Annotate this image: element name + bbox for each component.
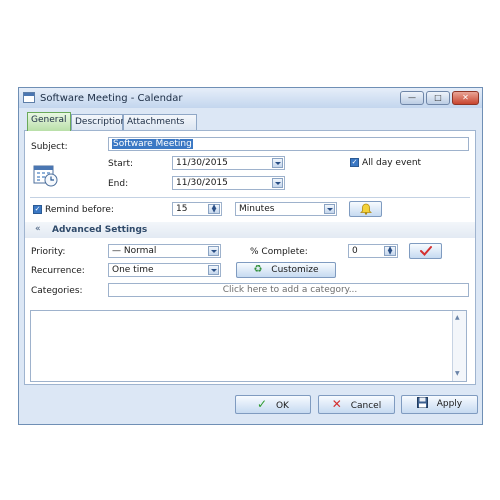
start-date-picker[interactable]: 11/30/2015	[172, 156, 285, 170]
recurrence-label: Recurrence:	[31, 266, 85, 276]
bell-icon	[359, 203, 372, 215]
priority-value: — Normal	[112, 246, 157, 256]
tab-general[interactable]: General	[27, 112, 71, 131]
end-date-picker[interactable]: 11/30/2015	[172, 176, 285, 190]
customize-button[interactable]: ♻ Customize	[236, 262, 336, 278]
all-day-checkbox[interactable]: ✓	[350, 158, 359, 167]
priority-label: Priority:	[31, 247, 66, 257]
remind-spinner[interactable]: 15 ▲ ▼	[172, 202, 222, 216]
subject-value: Software Meeting	[112, 139, 193, 149]
spinner-arrows-icon[interactable]: ▲ ▼	[384, 246, 396, 256]
priority-select[interactable]: — Normal	[108, 244, 221, 258]
window-title: Software Meeting - Calendar	[40, 93, 183, 104]
chevron-down-icon[interactable]	[208, 265, 219, 275]
floppy-disk-icon	[416, 397, 428, 408]
divider	[30, 197, 470, 198]
reminder-sound-button[interactable]	[349, 201, 382, 217]
chevron-down-icon[interactable]	[272, 178, 283, 188]
ok-button[interactable]: ✓ OK	[235, 395, 311, 414]
subject-label: Subject:	[31, 142, 68, 152]
tab-description[interactable]: Description	[71, 114, 126, 130]
complete-value: 0	[352, 246, 358, 256]
chevron-down-icon[interactable]	[272, 158, 283, 168]
recycle-icon: ♻	[253, 264, 263, 275]
complete-label: % Complete:	[250, 247, 308, 257]
remind-checkbox[interactable]: ✓	[33, 205, 42, 214]
collapse-icon[interactable]: «	[35, 224, 41, 234]
remind-value: 15	[176, 204, 188, 214]
ok-label: OK	[275, 401, 289, 411]
categories-input[interactable]: Click here to add a category...	[108, 283, 469, 297]
checkmark-icon	[419, 246, 432, 256]
categories-label: Categories:	[31, 286, 83, 296]
remind-label: Remind before:	[45, 205, 114, 215]
calendar-icon	[23, 92, 35, 103]
remind-unit-value: Minutes	[239, 204, 275, 214]
maximize-button[interactable]: □	[426, 91, 450, 105]
remind-unit-select[interactable]: Minutes	[235, 202, 337, 216]
spinner-arrows-icon[interactable]: ▲ ▼	[208, 204, 220, 214]
apply-button[interactable]: Apply	[401, 395, 478, 414]
checkmark-icon: ✓	[257, 397, 268, 411]
advanced-settings-title: Advanced Settings	[52, 225, 148, 235]
scroll-up-icon[interactable]: ▲	[455, 314, 460, 321]
close-button[interactable]: ✕	[452, 91, 479, 105]
end-date-value: 11/30/2015	[176, 178, 228, 188]
recurrence-value: One time	[112, 265, 154, 275]
x-icon: ✕	[331, 397, 342, 411]
cancel-label: Cancel	[350, 401, 382, 411]
all-day-label: All day event	[362, 158, 422, 168]
cancel-button[interactable]: ✕ Cancel	[318, 395, 395, 414]
complete-spinner[interactable]: 0 ▲ ▼	[348, 244, 398, 258]
mark-complete-button[interactable]	[409, 243, 442, 259]
end-label: End:	[108, 179, 129, 189]
minimize-button[interactable]: —	[400, 91, 424, 105]
start-label: Start:	[108, 159, 134, 169]
chevron-down-icon[interactable]	[324, 204, 335, 214]
calendar-clock-icon	[33, 164, 59, 188]
notes-textarea[interactable]	[30, 310, 467, 382]
customize-label: Customize	[271, 265, 319, 275]
apply-label: Apply	[436, 399, 463, 409]
chevron-down-icon[interactable]	[208, 246, 219, 256]
recurrence-select[interactable]: One time	[108, 263, 221, 277]
start-date-value: 11/30/2015	[176, 158, 228, 168]
tab-attachments[interactable]: Attachments (0)	[123, 114, 197, 142]
scroll-down-icon[interactable]: ▼	[455, 370, 460, 377]
subject-input[interactable]: Software Meeting	[108, 137, 469, 151]
